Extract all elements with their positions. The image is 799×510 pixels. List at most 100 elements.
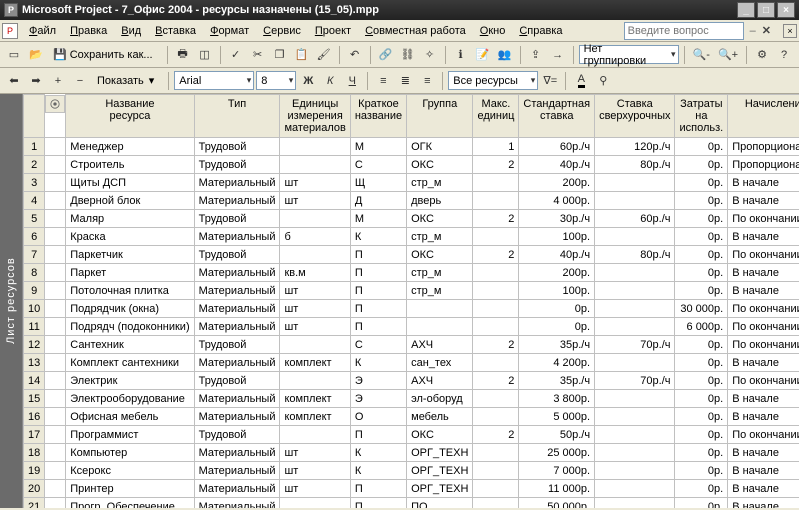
col-header-9[interactable]: Ставкасверхурочных: [595, 95, 675, 138]
indicator-cell[interactable]: [45, 480, 66, 498]
std-cell[interactable]: 5 000р.: [519, 408, 595, 426]
short-cell[interactable]: П: [350, 318, 406, 336]
indicator-cell[interactable]: [45, 444, 66, 462]
table-row[interactable]: 15ЭлектрооборудованиеМатериальныйкомплек…: [24, 390, 799, 408]
cost-cell[interactable]: 0р.: [675, 354, 728, 372]
indicator-cell[interactable]: [45, 156, 66, 174]
short-cell[interactable]: К: [350, 228, 406, 246]
group-cell[interactable]: ОГК: [407, 138, 473, 156]
short-cell[interactable]: П: [350, 282, 406, 300]
unit-cell[interactable]: шт: [280, 480, 350, 498]
accr-cell[interactable]: В начале: [728, 498, 799, 509]
resource-sheet-grid[interactable]: НазваниересурсаТипЕдиницыизмеренияматери…: [22, 94, 799, 508]
accr-cell[interactable]: В начале: [728, 192, 799, 210]
table-row[interactable]: 20ПринтерМатериальныйштПОРГ_ТЕХН11 000р.…: [24, 480, 799, 498]
name-cell[interactable]: Менеджер: [66, 138, 194, 156]
accr-cell[interactable]: В начале: [728, 480, 799, 498]
accr-cell[interactable]: В начале: [728, 264, 799, 282]
indicator-cell[interactable]: [45, 336, 66, 354]
num-cell[interactable]: 5: [24, 210, 45, 228]
short-cell[interactable]: П: [350, 300, 406, 318]
align-center-icon[interactable]: ≣: [395, 71, 415, 91]
short-cell[interactable]: Д: [350, 192, 406, 210]
indicator-cell[interactable]: [45, 300, 66, 318]
max-cell[interactable]: [473, 390, 519, 408]
ot-cell[interactable]: [595, 300, 675, 318]
ot-cell[interactable]: [595, 462, 675, 480]
num-cell[interactable]: 19: [24, 462, 45, 480]
std-cell[interactable]: 50 000р.: [519, 498, 595, 509]
num-cell[interactable]: 4: [24, 192, 45, 210]
num-cell[interactable]: 17: [24, 426, 45, 444]
num-cell[interactable]: 9: [24, 282, 45, 300]
short-cell[interactable]: М: [350, 138, 406, 156]
short-cell[interactable]: П: [350, 426, 406, 444]
ot-cell[interactable]: [595, 282, 675, 300]
task-drivers-icon[interactable]: ⚲: [593, 71, 613, 91]
group-cell[interactable]: мебель: [407, 408, 473, 426]
accr-cell[interactable]: В начале: [728, 462, 799, 480]
cost-cell[interactable]: 30 000р.: [675, 300, 728, 318]
type-cell[interactable]: Материальный: [194, 228, 280, 246]
max-cell[interactable]: [473, 318, 519, 336]
std-cell[interactable]: 0р.: [519, 300, 595, 318]
unit-cell[interactable]: кв.м: [280, 264, 350, 282]
indicator-cell[interactable]: [45, 228, 66, 246]
copy-icon[interactable]: ❐: [270, 45, 290, 65]
col-header-5[interactable]: Краткоеназвание: [350, 95, 406, 138]
cost-cell[interactable]: 0р.: [675, 480, 728, 498]
unit-cell[interactable]: [280, 138, 350, 156]
max-cell[interactable]: [473, 480, 519, 498]
name-cell[interactable]: Маляр: [66, 210, 194, 228]
indicator-cell[interactable]: [45, 354, 66, 372]
cost-cell[interactable]: 0р.: [675, 192, 728, 210]
indicator-cell[interactable]: [45, 372, 66, 390]
std-cell[interactable]: 4 000р.: [519, 192, 595, 210]
minimize-button[interactable]: _: [737, 2, 755, 18]
num-cell[interactable]: 12: [24, 336, 45, 354]
std-cell[interactable]: 0р.: [519, 318, 595, 336]
bold-icon[interactable]: Ж: [298, 71, 318, 91]
short-cell[interactable]: М: [350, 210, 406, 228]
cost-cell[interactable]: 0р.: [675, 408, 728, 426]
max-cell[interactable]: 2: [473, 210, 519, 228]
menu-вставка[interactable]: Вставка: [148, 23, 203, 39]
num-cell[interactable]: 16: [24, 408, 45, 426]
std-cell[interactable]: 3 800р.: [519, 390, 595, 408]
ot-cell[interactable]: [595, 390, 675, 408]
font-size-dropdown[interactable]: 8: [256, 71, 296, 90]
info-icon[interactable]: ℹ: [451, 45, 471, 65]
num-cell[interactable]: 7: [24, 246, 45, 264]
group-cell[interactable]: ОКС: [407, 426, 473, 444]
short-cell[interactable]: П: [350, 498, 406, 509]
cost-cell[interactable]: 0р.: [675, 498, 728, 509]
cost-cell[interactable]: 0р.: [675, 156, 728, 174]
close-doc-button[interactable]: ×: [783, 24, 797, 38]
font-dropdown[interactable]: Arial: [174, 71, 254, 90]
save-as-button[interactable]: 💾 Сохранить как...: [48, 45, 162, 65]
max-cell[interactable]: [473, 444, 519, 462]
unit-cell[interactable]: [280, 498, 350, 509]
group-cell[interactable]: стр_м: [407, 174, 473, 192]
cost-cell[interactable]: 0р.: [675, 174, 728, 192]
accr-cell[interactable]: В начале: [728, 390, 799, 408]
table-row[interactable]: 12СантехникТрудовойСАХЧ235р./ч70р./ч0р.П…: [24, 336, 799, 354]
short-cell[interactable]: П: [350, 264, 406, 282]
indicator-cell[interactable]: [45, 408, 66, 426]
group-cell[interactable]: стр_м: [407, 282, 473, 300]
unit-cell[interactable]: [280, 426, 350, 444]
table-row[interactable]: 9Потолочная плиткаМатериальныйштПстр_м10…: [24, 282, 799, 300]
max-cell[interactable]: [473, 174, 519, 192]
view-bar[interactable]: Лист ресурсов: [0, 94, 22, 508]
print-icon[interactable]: 🖶: [173, 45, 193, 65]
type-cell[interactable]: Трудовой: [194, 210, 280, 228]
cost-cell[interactable]: 0р.: [675, 138, 728, 156]
table-row[interactable]: 14ЭлектрикТрудовойЭАХЧ235р./ч70р./ч0р.По…: [24, 372, 799, 390]
type-cell[interactable]: Трудовой: [194, 246, 280, 264]
cost-cell[interactable]: 6 000р.: [675, 318, 728, 336]
zoom-out-icon[interactable]: 🔍-: [690, 45, 713, 65]
ot-cell[interactable]: [595, 228, 675, 246]
short-cell[interactable]: Э: [350, 390, 406, 408]
num-cell[interactable]: 13: [24, 354, 45, 372]
group-cell[interactable]: [407, 300, 473, 318]
